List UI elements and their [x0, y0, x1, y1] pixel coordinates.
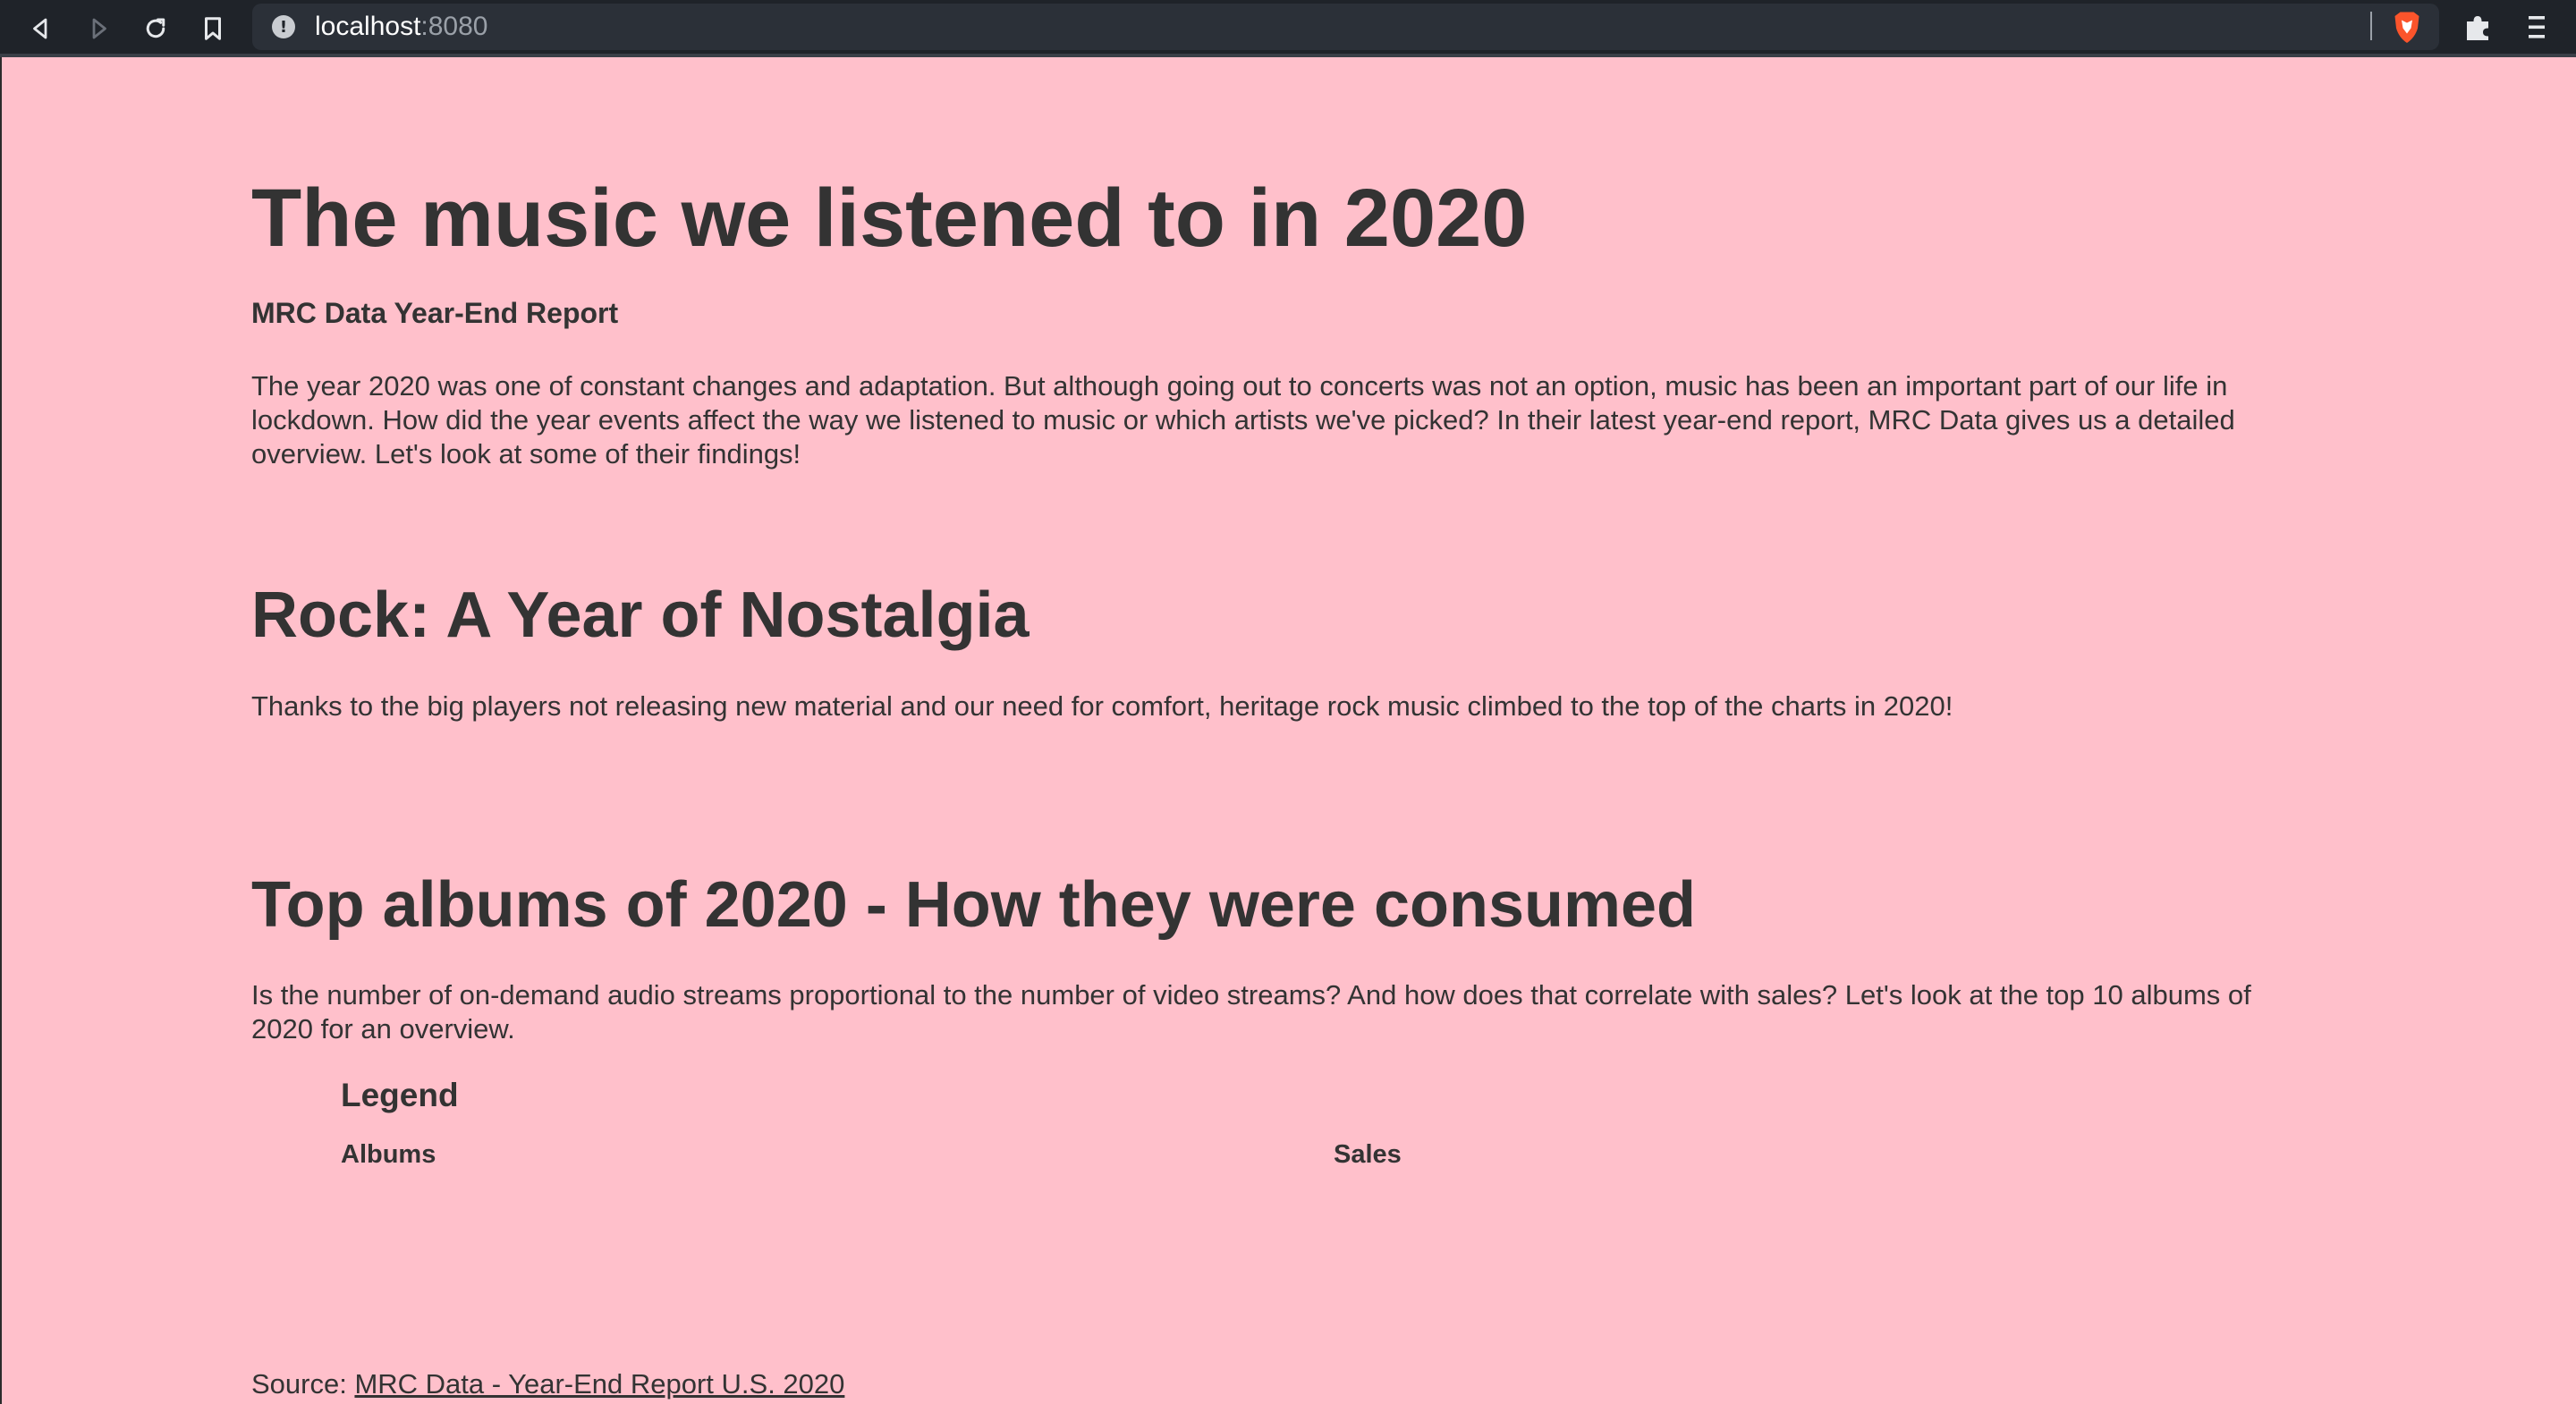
brave-shields-icon[interactable] [2391, 9, 2423, 45]
back-arrow-icon [33, 18, 47, 39]
menu-icon[interactable] [2524, 11, 2549, 43]
reload-button[interactable] [136, 9, 175, 48]
window-edge [0, 57, 2, 1404]
address-bar-divider [2370, 12, 2372, 40]
url-host: localhost [315, 12, 421, 41]
source-link[interactable]: MRC Data - Year-End Report U.S. 2020 [354, 1368, 844, 1400]
bookmark-icon [205, 17, 221, 40]
albums-section-text: Is the number of on-demand audio streams… [251, 979, 2251, 1045]
url-port: :8080 [420, 12, 488, 41]
reload-icon [146, 18, 165, 38]
legend-title: Legend [341, 1077, 459, 1113]
legend-albums-label: Albums [341, 1140, 436, 1169]
page-subtitle: MRC Data Year-End Report [251, 297, 619, 329]
legend-sales-label: Sales [1334, 1140, 1402, 1169]
page-title: The music we listened to in 2020 [251, 173, 1528, 264]
url-text[interactable]: localhost:8080 [315, 12, 487, 42]
bookmark-button[interactable] [193, 9, 233, 48]
source-prefix: Source: [251, 1368, 355, 1400]
source-line: Source: MRC Data - Year-End Report U.S. … [251, 1368, 844, 1400]
address-bar[interactable]: ! localhost:8080 [252, 4, 2439, 50]
forward-arrow-icon [92, 18, 106, 39]
site-info-icon[interactable]: ! [272, 15, 295, 38]
forward-button[interactable] [79, 9, 118, 48]
albums-section-title: Top albums of 2020 - How they were consu… [251, 869, 1697, 941]
browser-toolbar: ! localhost:8080 [0, 0, 2576, 57]
rock-section-title: Rock: A Year of Nostalgia [251, 579, 1030, 651]
intro-paragraph: The year 2020 was one of constant change… [251, 370, 2235, 469]
rock-section-text: Thanks to the big players not releasing … [251, 690, 1953, 722]
back-button[interactable] [21, 9, 61, 48]
extensions-puzzle-icon[interactable] [2462, 11, 2494, 43]
